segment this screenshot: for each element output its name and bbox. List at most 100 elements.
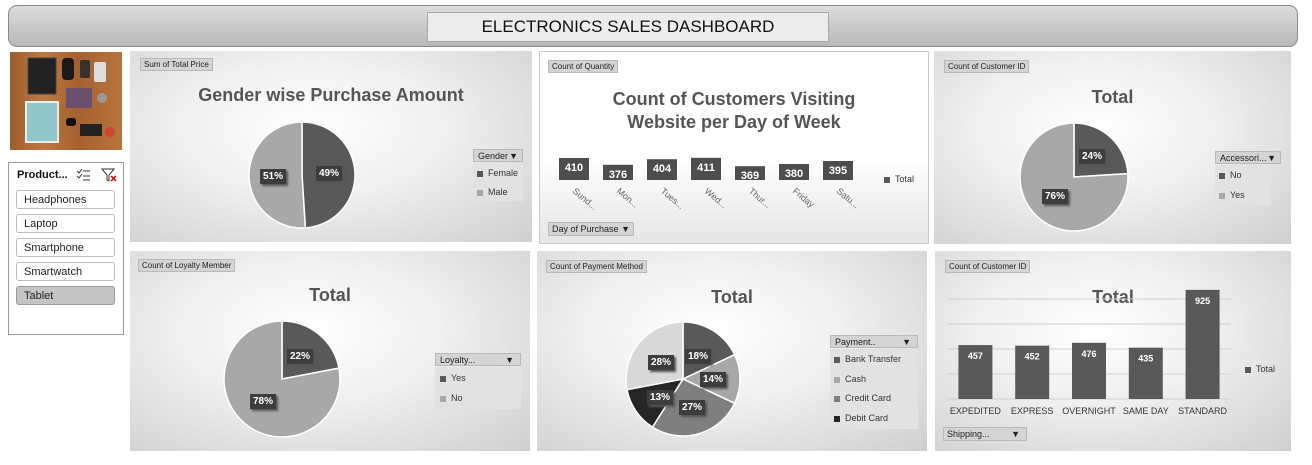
- payment-label-debit-card: 13%: [647, 390, 674, 405]
- legend-item-female: Female: [477, 168, 518, 178]
- slicer-item-headphones[interactable]: Headphones: [16, 190, 115, 209]
- legend-label: Cash: [845, 374, 867, 384]
- week-bar-value-0: 410: [565, 162, 583, 174]
- dropdown-arrow-icon: ▼: [1011, 429, 1020, 439]
- slicer-item-tablet[interactable]: Tablet: [16, 286, 115, 305]
- payment-panel: Count of Payment Method Total 18% 14% 27…: [537, 251, 927, 451]
- legend-label: Male: [488, 187, 508, 197]
- shipping-bar-chart: 457 EXPEDITED 452 EXPRESS 476 OVERNIGHT 435 SAM…: [947, 289, 1231, 416]
- accessory-panel: Count of Customer ID Total 24% 76% Acces…: [934, 51, 1291, 244]
- week-bar-value-6: 395: [829, 165, 847, 177]
- swatch: [1219, 172, 1225, 179]
- slicer-item-laptop[interactable]: Laptop: [16, 214, 115, 233]
- slicer-title: Product...: [17, 169, 68, 181]
- payment-label-bank-transfer: 18%: [685, 349, 712, 364]
- dropdown-arrow-icon: ▼: [621, 224, 630, 234]
- swatch: [834, 395, 840, 402]
- legend-label: Yes: [451, 373, 466, 383]
- legend-item-credit-card: Credit Card: [834, 393, 891, 403]
- dashboard-title: ELECTRONICS SALES DASHBOARD: [427, 12, 829, 42]
- swatch: [834, 356, 840, 363]
- week-bar-value-1: 376: [609, 169, 627, 181]
- gender-label-male: 51%: [260, 169, 287, 184]
- shipping-tick-label-3: SAME DAY: [1123, 406, 1169, 416]
- payment-label-credit-card: 27%: [679, 400, 706, 415]
- payment-legend-body: Bank Transfer Cash Credit Card Debit Car…: [830, 349, 918, 429]
- accessory-legend-title: Accessori...: [1220, 153, 1267, 163]
- swatch: [477, 170, 483, 177]
- shipping-filter[interactable]: Shipping... ▼: [943, 427, 1027, 441]
- swatch: [834, 376, 840, 383]
- shipping-legend-total: Total: [1245, 364, 1275, 374]
- legend-item-yes: Yes: [440, 373, 466, 383]
- swatch: [440, 395, 446, 402]
- legend-label: Credit Card: [845, 393, 892, 403]
- legend-label: No: [1230, 170, 1242, 180]
- payment-legend-title: Payment..: [835, 337, 876, 347]
- slicer-item-smartphone[interactable]: Smartphone: [16, 238, 115, 257]
- legend-label: Total: [895, 174, 915, 184]
- gender-legend-filter[interactable]: Gender ▼: [473, 149, 523, 162]
- gender-panel: Sum of Total Price Gender wise Purchase …: [130, 51, 532, 242]
- loyalty-legend-filter[interactable]: Loyalty... ▼: [435, 353, 521, 366]
- legend-label: Female: [488, 168, 519, 178]
- week-tick-label-6: Satu...: [835, 186, 861, 210]
- dropdown-arrow-icon: ▼: [902, 337, 911, 347]
- week-bar-value-2: 404: [653, 163, 672, 175]
- payment-legend-filter[interactable]: Payment.. ▼: [830, 335, 918, 348]
- accessory-legend-body: No Yes: [1215, 165, 1271, 205]
- week-bar-value-3: 411: [697, 162, 715, 174]
- legend-item-male: Male: [477, 187, 508, 197]
- payment-label-other: 28%: [648, 355, 675, 370]
- payment-label-cash: 14%: [700, 372, 727, 387]
- accessory-pie-chart: [1019, 122, 1129, 232]
- loyalty-legend-title: Loyalty...: [440, 355, 476, 365]
- week-tick-label-1: Mon...: [615, 186, 641, 210]
- loyalty-panel: Count of Loyalty Member Total 22% 78% Lo…: [130, 251, 530, 451]
- legend-item-no: No: [1219, 170, 1242, 180]
- loyalty-label-no: 78%: [250, 394, 277, 409]
- dropdown-arrow-icon: ▼: [509, 151, 518, 161]
- legend-label: Bank Transfer: [845, 354, 902, 364]
- week-tick-label-0: Sund...: [571, 186, 599, 212]
- legend-item-cash: Cash: [834, 374, 866, 384]
- accessory-legend-filter[interactable]: Accessori... ▼: [1215, 151, 1281, 164]
- day-of-purchase-filter[interactable]: Day of Purchase ▼: [548, 222, 634, 236]
- legend-item-debit-card: Debit Card: [834, 413, 888, 423]
- swatch: [440, 375, 446, 382]
- shipping-bar-value-0: 457: [968, 351, 983, 361]
- shipping-bar-value-4: 925: [1195, 296, 1210, 306]
- shipping-tick-label-2: OVERNIGHT: [1062, 406, 1116, 416]
- loyalty-pie-chart: [223, 320, 341, 438]
- week-tick-label-5: Friday: [791, 186, 817, 210]
- swatch: [834, 415, 840, 422]
- shipping-bar-4[interactable]: [1185, 289, 1220, 399]
- swatch: [477, 189, 483, 196]
- product-photo-illustration: [10, 52, 122, 150]
- legend-label: Yes: [1230, 190, 1245, 200]
- shipping-panel: Count of Customer ID Total 457 EXPEDITED 4…: [935, 251, 1291, 451]
- slicer-item-smartwatch[interactable]: Smartwatch: [16, 262, 115, 281]
- legend-label: Total: [1256, 364, 1276, 374]
- dropdown-arrow-icon: ▼: [1267, 153, 1276, 163]
- legend-item-yes: Yes: [1219, 190, 1245, 200]
- shipping-bar-value-3: 435: [1138, 354, 1153, 364]
- shipping-tick-label-1: EXPRESS: [1011, 406, 1054, 416]
- week-tick-label-2: Tues...: [659, 186, 686, 211]
- accessory-label-yes: 76%: [1042, 189, 1069, 204]
- swatch: [1219, 192, 1225, 199]
- gender-legend-body: Female Male: [473, 163, 523, 201]
- title-bar: ELECTRONICS SALES DASHBOARD: [8, 5, 1298, 47]
- week-panel: Count of Quantity Count of Customers Vis…: [539, 51, 929, 244]
- product-slicer: Product... Headphones Laptop Smartphone …: [8, 162, 124, 335]
- week-tick-label-3: Wed...: [703, 186, 729, 210]
- legend-label: Debit Card: [845, 413, 889, 423]
- loyalty-legend-body: Yes No: [435, 367, 521, 409]
- axis-field-label: Shipping...: [947, 429, 990, 439]
- slicer-header: Product...: [15, 167, 117, 185]
- gender-pie-chart: [248, 121, 356, 229]
- week-bar-value-4: 369: [741, 170, 759, 182]
- legend-label: No: [451, 393, 463, 403]
- gender-legend-title: Gender: [478, 151, 509, 161]
- accessory-label-no: 24%: [1079, 149, 1106, 164]
